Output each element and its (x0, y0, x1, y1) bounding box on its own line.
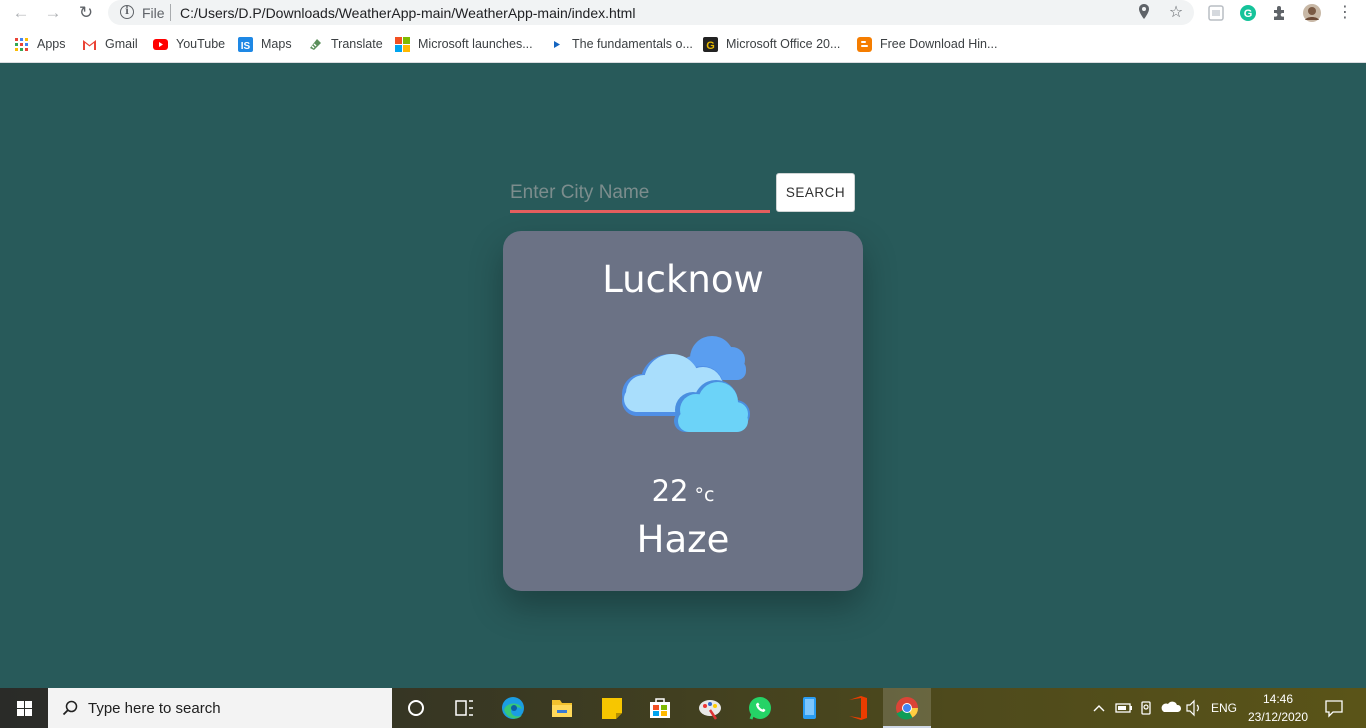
back-icon[interactable]: ← (10, 3, 32, 23)
file-explorer-icon[interactable] (538, 688, 586, 728)
bookmark-label: Gmail (105, 37, 138, 51)
g-logo-icon: G (703, 36, 718, 52)
bookmark-label: Free Download Hin... (880, 37, 998, 51)
battery-icon[interactable] (1113, 688, 1135, 728)
sticky-notes-icon[interactable] (588, 688, 636, 728)
url-text[interactable]: C:/Users/D.P/Downloads/WeatherApp-main/W… (180, 5, 635, 21)
bookmark-maps[interactable]: IS Maps (238, 35, 292, 53)
speaker-volume-icon[interactable] (1184, 688, 1204, 728)
video-play-icon (550, 39, 563, 49)
blogger-icon (857, 36, 872, 52)
bookmark-apps[interactable]: Apps (14, 35, 66, 53)
bookmark-translate[interactable]: Translate (308, 35, 383, 53)
maps-icon: IS (238, 36, 253, 52)
temperature-value: 22 (651, 474, 689, 508)
paint-app-icon[interactable] (686, 688, 734, 728)
search-button[interactable]: SEARCH (776, 173, 855, 212)
grammarly-icon[interactable]: G (1238, 3, 1258, 23)
city-name: Lucknow (602, 258, 764, 301)
notification-center-icon[interactable] (1320, 688, 1348, 728)
bookmark-label: Microsoft Office 20... (726, 37, 841, 51)
onedrive-cloud-icon[interactable] (1160, 688, 1182, 728)
location-icon[interactable] (1134, 3, 1154, 23)
reload-icon[interactable]: ↻ (75, 3, 97, 23)
url-divider (170, 4, 171, 21)
clock-date[interactable]: 23/12/2020 (1246, 710, 1310, 724)
temperature: 22 °c (0, 474, 1366, 508)
bookmark-microsoft-office[interactable]: G Microsoft Office 20... (703, 35, 840, 53)
svg-text:G: G (1244, 8, 1253, 20)
city-search-input[interactable] (510, 175, 770, 213)
bookmark-fundamentals[interactable]: The fundamentals o... (549, 35, 693, 53)
office-icon[interactable] (834, 688, 882, 728)
taskbar: Type here to search ENG 14:46 23/12/2020 (0, 688, 1366, 728)
cloudy-icon (622, 336, 750, 432)
bookmark-free-download[interactable]: Free Download Hin... (857, 35, 997, 53)
bookmark-label: Apps (37, 37, 66, 51)
svg-text:IS: IS (241, 41, 251, 52)
youtube-icon (153, 38, 168, 50)
whatsapp-icon[interactable] (736, 688, 784, 728)
bookmark-label: The fundamentals o... (572, 37, 693, 51)
bookmark-label: Translate (331, 37, 383, 51)
chrome-icon[interactable] (883, 688, 931, 728)
taskbar-search-box[interactable]: Type here to search (48, 688, 392, 728)
extension-page-icon[interactable] (1206, 3, 1226, 23)
show-hidden-icons-chevron[interactable] (1090, 688, 1108, 728)
profile-avatar-icon[interactable] (1302, 3, 1322, 23)
bookmark-youtube[interactable]: YouTube (153, 35, 225, 53)
edge-icon[interactable] (489, 688, 537, 728)
meet-now-icon[interactable] (1138, 688, 1156, 728)
apps-grid-icon (15, 37, 28, 51)
bookmark-microsoft-launches[interactable]: Microsoft launches... (395, 35, 533, 53)
bookmark-label: YouTube (176, 37, 226, 51)
bookmarks-bar: Apps Gmail YouTube IS Maps Translate Mic… (0, 26, 1366, 63)
cortana-icon[interactable] (392, 688, 440, 728)
address-bar[interactable]: i File C:/Users/D.P/Downloads/WeatherApp… (108, 0, 1194, 25)
windows-start-icon[interactable] (0, 688, 48, 728)
menu-kebab-icon[interactable]: ⋮ (1334, 3, 1356, 23)
translate-icon (310, 38, 321, 50)
microsoft-logo-icon (395, 36, 410, 52)
bookmark-gmail[interactable]: Gmail (82, 35, 138, 53)
phone-app-icon[interactable] (786, 688, 834, 728)
search-icon (62, 700, 78, 716)
info-icon[interactable]: i (120, 5, 134, 19)
bookmark-label: Microsoft launches... (418, 37, 533, 51)
forward-icon[interactable]: → (42, 3, 64, 23)
microsoft-store-icon[interactable] (636, 688, 684, 728)
extensions-puzzle-icon[interactable] (1270, 3, 1290, 23)
gmail-icon (83, 39, 96, 50)
weather-condition: Haze (636, 518, 730, 561)
bookmark-label: Maps (261, 37, 292, 51)
temperature-unit: °c (694, 484, 715, 506)
clock-time[interactable]: 14:46 (1246, 692, 1310, 706)
bookmark-star-icon[interactable]: ☆ (1166, 3, 1186, 23)
taskbar-search-placeholder: Type here to search (88, 700, 221, 717)
url-scheme: File (142, 5, 165, 21)
task-view-icon[interactable] (440, 688, 488, 728)
svg-text:G: G (706, 40, 715, 52)
browser-toolbar: ← → ↻ i File C:/Users/D.P/Downloads/Weat… (0, 0, 1366, 26)
language-indicator[interactable]: ENG (1208, 701, 1240, 715)
